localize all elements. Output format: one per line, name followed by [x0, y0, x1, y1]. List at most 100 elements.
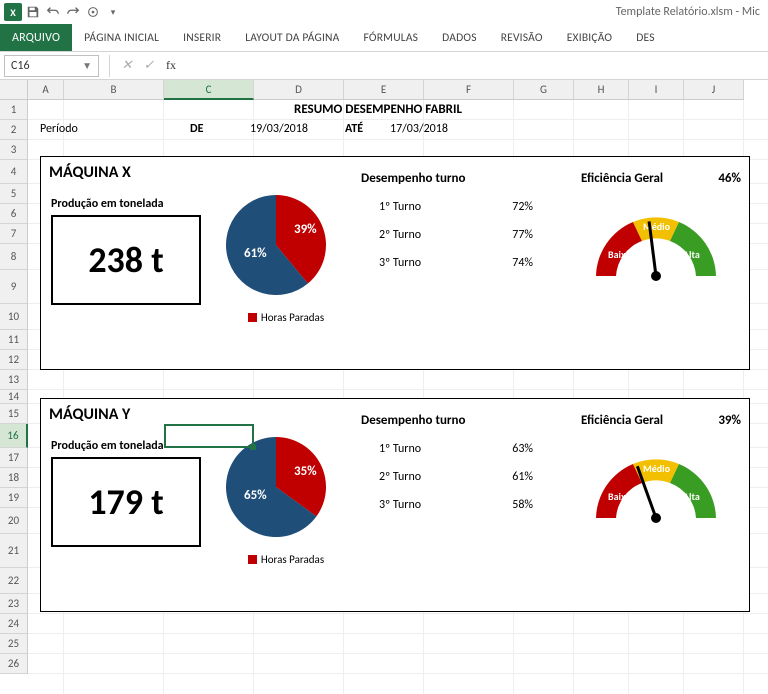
svg-text:Alta: Alta — [683, 248, 700, 261]
shift-row: 1º Turno63% — [361, 442, 541, 456]
production-label: Produção em tonelada — [51, 197, 164, 211]
date-to: 17/03/2018 — [390, 122, 485, 136]
svg-text:35%: 35% — [294, 464, 317, 479]
formula-bar: C16 ▼ ✕ ✓ fx — [0, 52, 768, 80]
row-header-11[interactable]: 11 — [0, 330, 28, 350]
period-row: Período DE 19/03/2018 ATÉ 17/03/2018 — [40, 122, 485, 136]
row-header-5[interactable]: 5 — [0, 184, 28, 204]
cancel-icon[interactable]: ✕ — [116, 58, 138, 73]
save-icon[interactable] — [24, 3, 42, 21]
column-header-I[interactable]: I — [629, 80, 684, 100]
column-header-H[interactable]: H — [574, 80, 629, 100]
tab-layout[interactable]: LAYOUT DA PÁGINA — [233, 24, 351, 51]
row-header-22[interactable]: 22 — [0, 568, 28, 594]
row-header-3[interactable]: 3 — [0, 140, 28, 160]
row-header-17[interactable]: 17 — [0, 448, 28, 468]
pie-legend: Horas Paradas — [226, 311, 346, 324]
efficiency-value: 39% — [718, 413, 741, 428]
row-header-4[interactable]: 4 — [0, 160, 28, 184]
tab-review[interactable]: REVISÃO — [489, 24, 555, 51]
row-header-15[interactable]: 15 — [0, 404, 28, 424]
row-header-1[interactable]: 1 — [0, 100, 28, 120]
shift-row: 1º Turno 72% — [361, 200, 541, 214]
column-header-D[interactable]: D — [254, 80, 344, 100]
row-header-10[interactable]: 10 — [0, 304, 28, 330]
legend-color-swatch — [248, 555, 257, 564]
fx-icon[interactable]: fx — [160, 58, 182, 73]
production-value: 179 t — [51, 457, 201, 547]
row-header-13[interactable]: 13 — [0, 370, 28, 390]
qat-dropdown-icon[interactable]: ▾ — [104, 3, 122, 21]
svg-text:65%: 65% — [244, 488, 267, 503]
tab-home[interactable]: PÁGINA INICIAL — [72, 24, 171, 51]
row-header-12[interactable]: 12 — [0, 350, 28, 370]
efficiency-panel: Eficiência Geral 39% Baixa Médio Alta — [581, 413, 741, 542]
worksheet-grid[interactable]: ABCDEFGHIJ 12345678910111213141516171819… — [0, 80, 768, 694]
efficiency-value: 46% — [718, 171, 741, 186]
row-header-8[interactable]: 8 — [0, 244, 28, 270]
efficiency-title: Eficiência Geral — [581, 171, 663, 186]
formula-input[interactable] — [182, 55, 768, 77]
ribbon-tabs: ARQUIVO PÁGINA INICIAL INSERIR LAYOUT DA… — [0, 24, 768, 52]
row-header-16[interactable]: 16 — [0, 424, 28, 448]
svg-text:Baixa: Baixa — [608, 490, 630, 503]
row-header-6[interactable]: 6 — [0, 204, 28, 224]
shift-label: 3º Turno — [379, 256, 421, 270]
row-header-2[interactable]: 2 — [0, 120, 28, 140]
column-header-B[interactable]: B — [64, 80, 164, 100]
row-header-9[interactable]: 9 — [0, 270, 28, 304]
efficiency-title: Eficiência Geral — [581, 413, 663, 428]
column-header-F[interactable]: F — [424, 80, 514, 100]
row-header-19[interactable]: 19 — [0, 488, 28, 508]
shift-value: 72% — [512, 200, 533, 214]
row-header-25[interactable]: 25 — [0, 634, 28, 654]
tab-data[interactable]: DADOS — [430, 24, 489, 51]
select-all-corner[interactable] — [0, 80, 28, 100]
svg-text:Alta: Alta — [683, 490, 700, 503]
enter-icon[interactable]: ✓ — [138, 58, 160, 73]
row-header-24[interactable]: 24 — [0, 614, 28, 634]
gauge-chart: Baixa Médio Alta — [581, 438, 731, 538]
report-title: RESUMO DESEMPENHO FABRIL — [28, 102, 728, 117]
row-header-26[interactable]: 26 — [0, 654, 28, 674]
row-header-18[interactable]: 18 — [0, 468, 28, 488]
legend-label: Horas Paradas — [261, 311, 324, 324]
tab-file[interactable]: ARQUIVO — [0, 24, 72, 51]
row-header-7[interactable]: 7 — [0, 224, 28, 244]
date-from: 19/03/2018 — [250, 122, 345, 136]
name-box-dropdown-icon[interactable]: ▼ — [82, 59, 92, 72]
column-header-G[interactable]: G — [514, 80, 574, 100]
row-header-23[interactable]: 23 — [0, 594, 28, 614]
column-header-C[interactable]: C — [164, 80, 254, 100]
column-header-E[interactable]: E — [344, 80, 424, 100]
svg-text:39%: 39% — [294, 222, 317, 237]
tab-formulas[interactable]: FÓRMULAS — [352, 24, 431, 51]
legend-label: Horas Paradas — [261, 553, 324, 566]
svg-text:Médio: Médio — [643, 462, 671, 475]
svg-text:Baixa: Baixa — [608, 248, 630, 261]
undo-icon[interactable] — [44, 3, 62, 21]
redo-icon[interactable] — [64, 3, 82, 21]
ate-label: ATÉ — [345, 122, 390, 136]
tab-insert[interactable]: INSERIR — [171, 24, 233, 51]
svg-text:61%: 61% — [244, 246, 267, 261]
efficiency-panel: Eficiência Geral 46% Baixa Médio Alta — [581, 171, 741, 300]
shift-label: 2º Turno — [379, 470, 421, 484]
shift-row: 2º Turno77% — [361, 228, 541, 242]
column-header-A[interactable]: A — [28, 80, 64, 100]
shift-value: 74% — [512, 256, 533, 270]
row-header-14[interactable]: 14 — [0, 390, 28, 404]
touch-mode-icon[interactable] — [84, 3, 102, 21]
row-header-20[interactable]: 20 — [0, 508, 28, 534]
name-box[interactable]: C16 ▼ — [4, 55, 99, 77]
quick-access-toolbar: X ▾ — [4, 3, 122, 21]
gauge-chart: Baixa Médio Alta — [581, 196, 731, 296]
tab-developer[interactable]: DES — [624, 24, 666, 51]
column-header-J[interactable]: J — [684, 80, 744, 100]
shift-label: 1º Turno — [379, 200, 421, 214]
production-value: 238 t — [51, 215, 201, 305]
tab-view[interactable]: EXIBIÇÃO — [555, 24, 625, 51]
shift-value: 58% — [512, 498, 533, 512]
excel-icon[interactable]: X — [4, 3, 22, 21]
row-header-21[interactable]: 21 — [0, 534, 28, 568]
